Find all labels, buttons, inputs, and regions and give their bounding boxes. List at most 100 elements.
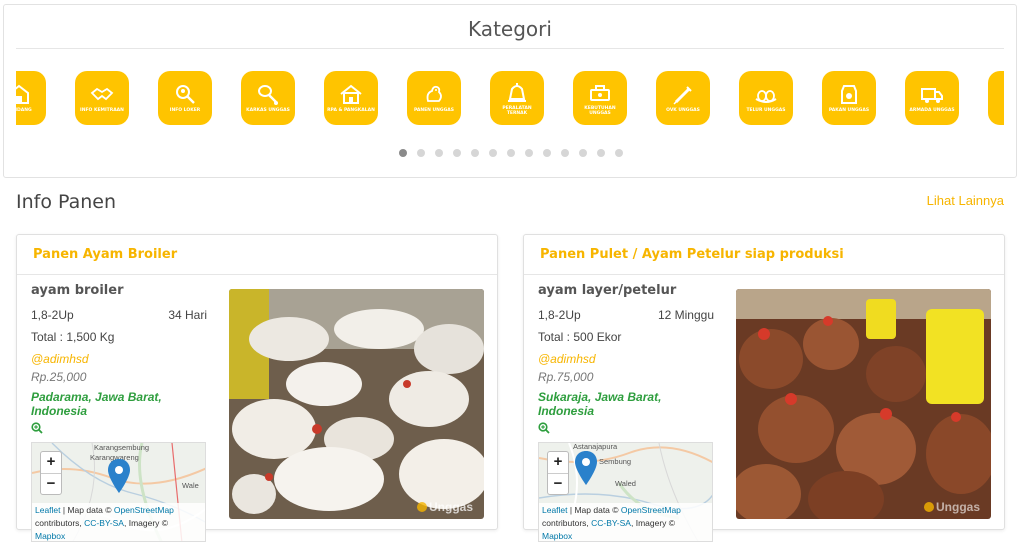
- product-photo[interactable]: Unggas: [229, 289, 484, 519]
- category-info-loker[interactable]: Info Loker: [158, 71, 212, 125]
- leaflet-link[interactable]: Leaflet: [35, 505, 61, 515]
- category-info-kemitraan[interactable]: Info Kemitraan: [75, 71, 129, 125]
- zoom-map-icon[interactable]: [31, 422, 43, 434]
- license-link[interactable]: CC-BY-SA: [84, 518, 124, 528]
- feed-sack-icon: [841, 85, 857, 104]
- barn-icon: [16, 84, 29, 104]
- location-map[interactable]: Karangsembung Karangwareng Wale + − Leaf…: [31, 442, 206, 542]
- handshake-icon: [90, 87, 114, 101]
- category-panen-unggas[interactable]: Panen Unggas: [407, 71, 461, 125]
- map-marker-icon[interactable]: [108, 459, 130, 493]
- drumstick-icon: [258, 85, 278, 105]
- carousel-dot[interactable]: [542, 149, 551, 157]
- house-icon: [340, 84, 362, 104]
- category-label: RPA & Pangkalan: [327, 108, 375, 113]
- mapbox-link[interactable]: Mapbox: [542, 531, 572, 541]
- location: Padarama, Jawa Barat, Indonesia: [31, 390, 162, 418]
- location-map[interactable]: Astanajapura Sembung Waled + − Leaflet |…: [538, 442, 713, 542]
- leaflet-link[interactable]: Leaflet: [542, 505, 568, 515]
- location: Sukaraja, Jawa Barat, Indonesia: [538, 390, 662, 418]
- harvest-card-title[interactable]: Panen Ayam Broiler: [17, 235, 497, 275]
- category-label: OVK Unggas: [666, 108, 700, 113]
- attribution-text: | Map data ©: [60, 505, 114, 515]
- category-pakan-unggas[interactable]: Pakan Unggas: [822, 71, 876, 125]
- carousel-dot[interactable]: [524, 149, 533, 157]
- category-kandang[interactable]: Kandang: [16, 71, 46, 125]
- harvest-card-title[interactable]: Panen Pulet / Ayam Petelur siap produksi: [524, 235, 1004, 275]
- see-more-link[interactable]: Lihat Lainnya: [927, 193, 1004, 208]
- chicken-icon: [426, 85, 442, 102]
- category-label: Pakan Unggas: [828, 108, 870, 113]
- watermark: Unggas: [936, 500, 980, 514]
- carousel-dot[interactable]: [596, 149, 605, 157]
- zoom-in-button[interactable]: +: [548, 452, 568, 473]
- category-armada-unggas[interactable]: Armada Unggas: [905, 71, 959, 125]
- category-kebutuhan-unggas[interactable]: Kebutuhan Unggas: [573, 71, 627, 125]
- category-telur-unggas[interactable]: Telur Unggas: [739, 71, 793, 125]
- product-type: ayam broiler: [31, 283, 124, 298]
- zoom-in-button[interactable]: +: [41, 452, 61, 473]
- divider: [16, 48, 1004, 49]
- category-bibit[interactable]: Bibit: [988, 71, 1004, 125]
- vaccine-icon: [673, 86, 692, 105]
- harvest-card[interactable]: Panen Ayam Broiler ayam broiler 1,8-2Up 3…: [16, 234, 498, 542]
- total: Total : 1,500 Kg: [31, 330, 115, 344]
- attribution-text: , Imagery ©: [630, 518, 676, 528]
- osm-link[interactable]: OpenStreetMap: [114, 505, 174, 515]
- broiler-photo: Unggas: [229, 289, 484, 519]
- seller-username[interactable]: @adimhsd: [31, 352, 207, 366]
- watermark: Unggas: [429, 500, 473, 514]
- weight: 1,8-2Up: [538, 308, 581, 322]
- total: Total : 500 Ekor: [538, 330, 622, 344]
- category-label: Panen Unggas: [413, 108, 455, 113]
- category-ovk-unggas[interactable]: OVK Unggas: [656, 71, 710, 125]
- map-attribution: Leaflet | Map data © OpenStreetMap contr…: [539, 503, 712, 541]
- supplies-icon: [590, 84, 610, 101]
- product-photo[interactable]: Unggas: [736, 289, 991, 519]
- category-label: Kandang: [16, 108, 32, 113]
- price: Rp.25,000: [31, 370, 87, 384]
- zoom-control: + −: [40, 451, 62, 495]
- carousel-dot[interactable]: [470, 149, 479, 157]
- mapbox-link[interactable]: Mapbox: [35, 531, 65, 541]
- zoom-control: + −: [547, 451, 569, 495]
- zoom-map-icon[interactable]: [538, 422, 550, 434]
- category-peralatan-ternak[interactable]: Peralatan Ternak: [490, 71, 544, 125]
- carousel-dot[interactable]: [452, 149, 461, 157]
- category-label: Karkas Unggas: [246, 108, 290, 113]
- license-link[interactable]: CC-BY-SA: [591, 518, 631, 528]
- category-carousel[interactable]: Kandang Info Kemitraan Info Loker Karkas Un…: [16, 65, 1004, 141]
- attribution-text: contributors,: [542, 518, 592, 528]
- category-rpa-pangkalan[interactable]: RPA & Pangkalan: [324, 71, 378, 125]
- map-attribution: Leaflet | Map data © OpenStreetMap contr…: [32, 503, 205, 541]
- age: 12 Minggu: [657, 308, 714, 322]
- category-label: Info Loker: [169, 108, 201, 113]
- kategori-title: Kategori: [468, 17, 552, 41]
- product-type: ayam layer/petelur: [538, 283, 677, 298]
- category-label: Info Kemitraan: [80, 108, 124, 113]
- eggs-icon: [755, 90, 777, 103]
- carousel-dots: [4, 149, 1016, 157]
- kategori-section: Kategori Kandang Info Kemitraan Info Loker…: [3, 4, 1017, 178]
- category-label: Telur Unggas: [746, 108, 786, 113]
- map-marker-icon[interactable]: [575, 451, 597, 485]
- zoom-out-button[interactable]: −: [41, 473, 61, 494]
- osm-link[interactable]: OpenStreetMap: [621, 505, 681, 515]
- seller-username[interactable]: @adimhsd: [538, 352, 714, 366]
- carousel-dot[interactable]: [560, 149, 569, 157]
- map-place-label: Wale: [182, 481, 199, 490]
- zoom-out-button[interactable]: −: [548, 473, 568, 494]
- carousel-dot[interactable]: [434, 149, 443, 157]
- carousel-dot[interactable]: [506, 149, 515, 157]
- attribution-text: contributors,: [35, 518, 85, 528]
- harvest-card[interactable]: Panen Pulet / Ayam Petelur siap produksi…: [523, 234, 1005, 542]
- carousel-dot[interactable]: [416, 149, 425, 157]
- feeder-icon: [508, 82, 526, 102]
- category-karkas-unggas[interactable]: Karkas Unggas: [241, 71, 295, 125]
- carousel-dot[interactable]: [488, 149, 497, 157]
- price: Rp.75,000: [538, 370, 594, 384]
- category-label: Bibit: [990, 108, 1004, 113]
- carousel-dot[interactable]: [614, 149, 623, 157]
- carousel-dot[interactable]: [398, 149, 407, 157]
- carousel-dot[interactable]: [578, 149, 587, 157]
